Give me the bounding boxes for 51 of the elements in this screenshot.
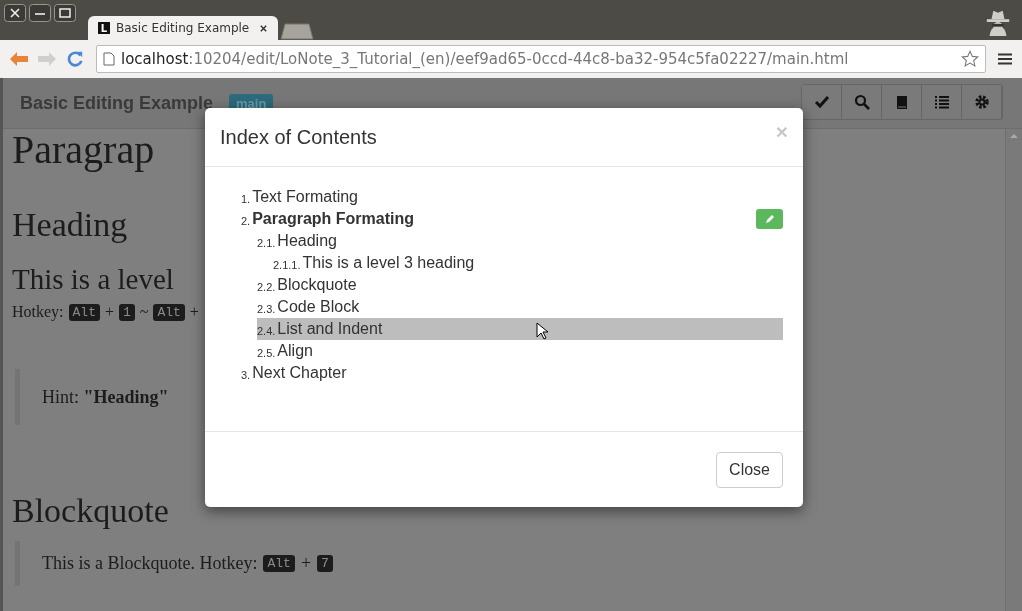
toc-item[interactable]: 2.5.Align: [257, 340, 783, 362]
back-arrow-icon[interactable]: [8, 50, 30, 68]
star-icon[interactable]: [961, 50, 979, 68]
heading: Blockquote: [12, 491, 169, 531]
close-button[interactable]: Close: [716, 451, 783, 488]
heading: Heading: [12, 205, 128, 245]
modal-title: Index of Contents: [220, 125, 377, 149]
edit-button[interactable]: [756, 209, 783, 229]
new-tab-button[interactable]: [280, 22, 314, 40]
menu-icon[interactable]: [998, 53, 1012, 65]
toc-item[interactable]: 2.1.Heading: [257, 230, 783, 252]
key-cap: 7: [317, 555, 333, 572]
search-icon: [853, 94, 870, 110]
hotkey-label: Hotkey:: [12, 303, 64, 321]
heading: This is a level: [12, 262, 174, 297]
check-icon: [813, 94, 830, 110]
close-icon[interactable]: [4, 4, 26, 22]
toc-item[interactable]: 2.3.Code Block: [257, 296, 783, 318]
key-cap: Alt: [263, 555, 295, 572]
toc-item[interactable]: 1.Text Formating: [241, 186, 783, 208]
heading: Paragrap: [12, 129, 155, 171]
toc-item[interactable]: 2.4.List and Indent: [257, 318, 783, 340]
scrollbar[interactable]: [1005, 129, 1022, 611]
settings-icon: [973, 94, 990, 110]
key-cap: Alt: [153, 303, 185, 321]
favicon: L: [98, 22, 110, 34]
hint-text: Hint: "Heading": [42, 386, 169, 408]
quote-text: This is a Blockquote. Hotkey:: [42, 553, 258, 574]
toc-item[interactable]: 2.2.Blockquote: [257, 274, 783, 296]
toc-item[interactable]: 3.Next Chapter: [241, 362, 783, 384]
tab-title: Basic Editing Example: [116, 21, 251, 35]
key-cap: 1: [119, 303, 135, 321]
key-cap: Alt: [68, 303, 100, 321]
minimize-icon[interactable]: [29, 4, 51, 22]
key-separator: +: [300, 553, 312, 574]
incognito-icon: [984, 8, 1012, 36]
check-button[interactable]: [802, 85, 842, 119]
pencil-icon: [763, 213, 776, 225]
browser-tab[interactable]: L Basic Editing Example: [88, 16, 278, 40]
key-separator: +: [189, 303, 199, 321]
url-field[interactable]: localhost:10204/edit/LoNote_3_Tutorial_(en)/eef9ad65-0ccd-44c8-ba32-954c5fa02227/main.html: [96, 45, 986, 73]
list-icon: [933, 94, 950, 110]
key-separator: ~: [139, 303, 149, 321]
toc-item[interactable]: 2.1.1.This is a level 3 heading: [273, 252, 783, 274]
key-separator: +: [104, 303, 114, 321]
page-icon: [103, 52, 115, 66]
mouse-pointer-icon: [536, 322, 548, 340]
toc-item[interactable]: 2.Paragraph Formating: [241, 208, 783, 230]
close-icon[interactable]: [259, 23, 268, 33]
maximize-icon[interactable]: [54, 4, 76, 22]
page-title: Basic Editing Example: [20, 92, 214, 114]
